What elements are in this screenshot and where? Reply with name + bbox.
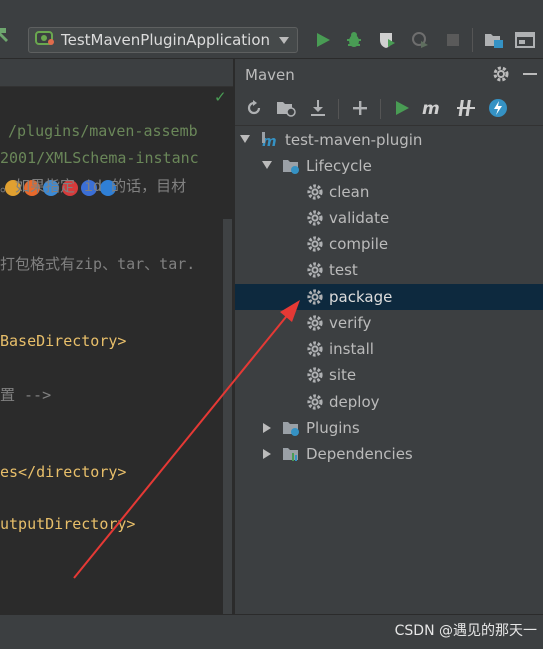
tree-item-label: test-maven-plugin	[285, 131, 423, 149]
lifecycle-item-compile[interactable]: compile	[235, 231, 543, 257]
chevron-down-icon	[279, 37, 289, 44]
lifecycle-label: site	[329, 366, 357, 384]
lifecycle-item-verify[interactable]: verify	[235, 310, 543, 336]
project-structure-icon[interactable]	[484, 30, 504, 50]
gear-icon	[306, 314, 324, 332]
debug-icon[interactable]	[344, 30, 364, 50]
lifecycle-item-clean[interactable]: clean	[235, 179, 543, 205]
plus-icon[interactable]	[349, 97, 371, 119]
editor-tab-strip	[0, 59, 233, 87]
code-line: 打包格式有zip、tar、tar.	[0, 255, 196, 273]
toolbar-separator	[380, 99, 381, 119]
tree-item-label: Plugins	[306, 419, 360, 437]
tree-item-root[interactable]: m test-maven-plugin	[235, 127, 543, 153]
add-project-icon[interactable]	[275, 97, 297, 119]
plugins-folder-icon	[282, 419, 300, 437]
minimize-icon[interactable]	[523, 73, 537, 75]
gear-icon	[306, 261, 324, 279]
editor-scrollbar[interactable]	[223, 219, 232, 637]
code-line: /plugins/maven-assemb	[8, 122, 198, 140]
lifecycle-label: validate	[329, 209, 390, 227]
lifecycle-label: compile	[329, 235, 389, 253]
tree-item-dependencies[interactable]: Dependencies	[235, 441, 543, 467]
code-line: utputDirectory>	[0, 515, 136, 533]
gear-icon	[306, 340, 324, 358]
toolbar-separator	[338, 99, 339, 119]
lifecycle-item-deploy[interactable]: deploy	[235, 389, 543, 415]
gear-icon[interactable]	[492, 65, 510, 83]
hammer-icon[interactable]	[0, 28, 14, 48]
gear-icon	[306, 366, 324, 384]
maven-header: Maven	[235, 59, 543, 89]
main-toolbar: TestMavenPluginApplication	[0, 0, 543, 59]
chevron-right-icon[interactable]	[263, 449, 271, 459]
stop-icon[interactable]	[443, 30, 463, 50]
svg-text:m: m	[422, 99, 440, 117]
toolbar-separator	[472, 28, 473, 52]
reload-icon[interactable]	[243, 97, 265, 119]
lifecycle-label: package	[329, 288, 393, 306]
download-icon[interactable]	[307, 97, 329, 119]
lifecycle-label: test	[329, 261, 358, 279]
chevron-down-icon[interactable]	[262, 161, 272, 169]
lifecycle-item-install[interactable]: install	[235, 336, 543, 362]
skip-tests-icon[interactable]	[455, 97, 477, 119]
chevron-down-icon[interactable]	[240, 135, 250, 143]
run-icon[interactable]	[313, 30, 333, 50]
watermark: CSDN @遇见的那天一	[394, 623, 537, 639]
tree-item-label: Dependencies	[306, 445, 413, 463]
tree-item-plugins[interactable]: Plugins	[235, 415, 543, 441]
lifecycle-folder-icon	[282, 157, 300, 175]
execute-goal-icon[interactable]: m	[422, 97, 444, 119]
inspection-ok-icon: ✓	[214, 88, 227, 106]
tree-item-lifecycle[interactable]: Lifecycle	[235, 153, 543, 179]
code-line: 置 -->	[0, 386, 52, 404]
lifecycle-label: deploy	[329, 393, 380, 411]
gear-icon	[306, 288, 324, 306]
code-editor[interactable]: ✓ /plugins/maven-assemb 2001/XMLSchema-i…	[0, 59, 233, 648]
gear-icon	[306, 209, 324, 227]
run-configuration-label: TestMavenPluginApplication	[61, 31, 271, 49]
code-line: es</directory>	[0, 463, 127, 481]
run-configuration-select[interactable]: TestMavenPluginApplication	[28, 27, 298, 53]
spring-boot-icon	[35, 29, 55, 51]
lightning-icon[interactable]	[487, 97, 509, 119]
lifecycle-item-package[interactable]: package	[235, 284, 543, 310]
run-maven-icon[interactable]	[391, 97, 413, 119]
maven-tool-window: Maven m m test-maven-plugin Lifecycle cl…	[234, 59, 543, 614]
gear-icon	[306, 235, 324, 253]
code-line: 2001/XMLSchema-instanc	[0, 149, 199, 167]
profile-icon[interactable]	[410, 30, 430, 50]
gear-icon	[306, 393, 324, 411]
maven-project-icon: m	[262, 131, 280, 150]
coverage-icon[interactable]	[377, 30, 397, 50]
dependencies-folder-icon	[282, 445, 300, 463]
lifecycle-label: verify	[329, 314, 372, 332]
code-line: BaseDirectory>	[0, 332, 127, 350]
maven-title: Maven	[245, 66, 295, 84]
terminal-icon[interactable]	[515, 30, 535, 50]
tree-item-label: Lifecycle	[306, 157, 372, 175]
lifecycle-label: clean	[329, 183, 370, 201]
chevron-right-icon[interactable]	[263, 423, 271, 433]
gear-icon	[306, 183, 324, 201]
lifecycle-item-site[interactable]: site	[235, 362, 543, 388]
maven-toolbar: m	[235, 91, 543, 126]
lifecycle-label: install	[329, 340, 374, 358]
code-line: 。如果指定 id 的话，目材	[0, 177, 187, 195]
lifecycle-item-test[interactable]: test	[235, 257, 543, 283]
lifecycle-item-validate[interactable]: validate	[235, 205, 543, 231]
